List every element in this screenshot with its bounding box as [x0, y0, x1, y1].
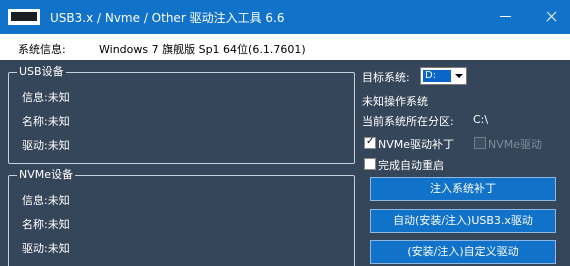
- usb-device-group: USB设备 信息:未知 名称:未知 驱动:未知: [8, 66, 355, 164]
- os-status-text: 未知操作系统: [362, 95, 428, 108]
- nvme-device-group: NVMe设备 信息:未知 名称:未知 驱动:未知: [8, 169, 355, 266]
- target-system-label: 目标系统:: [362, 71, 410, 84]
- auto-usb3-driver-button[interactable]: 自动(安装/注入)USB3.x驱动: [370, 209, 556, 233]
- nvme-patch-label[interactable]: NVMe驱动补丁: [378, 136, 454, 152]
- nvme-patch-checkbox[interactable]: [364, 136, 376, 149]
- nvme-group-title: NVMe设备: [17, 168, 76, 181]
- system-info-value: Windows 7 旗舰版 Sp1 64位(6.1.7601): [99, 43, 306, 56]
- title-bar[interactable]: USB3.x / Nvme / Other 驱动注入工具 6.6: [0, 0, 570, 34]
- system-info-label: 系统信息:: [18, 43, 66, 56]
- nvme-info-row: 信息:未知: [22, 194, 70, 207]
- auto-reboot-checkbox[interactable]: [364, 158, 376, 170]
- custom-driver-button[interactable]: (安装/注入)自定义驱动: [370, 240, 556, 264]
- target-system-value: D:: [423, 70, 451, 82]
- chevron-down-icon: [455, 74, 463, 78]
- usb-info-row: 信息:未知: [22, 91, 70, 104]
- nvme-driver-label[interactable]: NVMe驱动: [488, 136, 542, 152]
- close-button[interactable]: [537, 6, 565, 28]
- target-system-select[interactable]: D:: [420, 67, 467, 85]
- app-icon: [8, 9, 40, 25]
- nvme-driver-row: 驱动:未知: [22, 242, 70, 255]
- app-window: USB3.x / Nvme / Other 驱动注入工具 6.6 系统信息: W…: [0, 0, 570, 266]
- partition-value: C:\: [473, 113, 489, 126]
- nvme-name-row: 名称:未知: [22, 218, 70, 231]
- system-info-bar: 系统信息: Windows 7 旗舰版 Sp1 64位(6.1.7601): [0, 34, 570, 60]
- inject-patch-button[interactable]: 注入系统补丁: [370, 177, 556, 201]
- minimize-button[interactable]: [492, 6, 520, 28]
- partition-label: 当前系统所在分区:: [362, 115, 454, 128]
- nvme-driver-checkbox[interactable]: [474, 137, 486, 149]
- usb-driver-row: 驱动:未知: [22, 139, 70, 152]
- usb-group-title: USB设备: [17, 65, 66, 78]
- window-title: USB3.x / Nvme / Other 驱动注入工具 6.6: [50, 11, 285, 25]
- auto-reboot-label[interactable]: 完成自动重启: [378, 157, 444, 173]
- usb-name-row: 名称:未知: [22, 115, 70, 128]
